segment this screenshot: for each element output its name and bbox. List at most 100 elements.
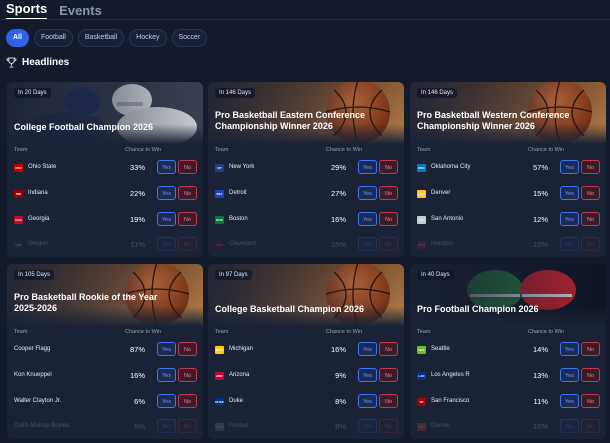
yes-button[interactable]: Yes <box>358 160 377 174</box>
market-card[interactable]: In 105 Days Pro Basketball Rookie of the… <box>7 264 203 439</box>
filter-football[interactable]: Football <box>33 29 73 47</box>
filter-basketball[interactable]: Basketball <box>77 29 125 47</box>
team-logo-icon: PUR <box>215 423 224 431</box>
market-title[interactable]: College Basketball Champion 2026 <box>215 304 375 315</box>
outcome-name: San Francisco <box>431 398 470 404</box>
market-title[interactable]: Pro Football Champion 2026 <box>417 304 577 315</box>
market-title[interactable]: Pro Basketball Western Conference Champi… <box>417 110 577 132</box>
market-card[interactable]: In 40 Days Pro Football Champion 2026 Te… <box>410 264 606 439</box>
market-card[interactable]: In 146 Days Pro Basketball Eastern Confe… <box>208 82 404 257</box>
outcome-row: DET Detroit 27% Yes No <box>208 184 404 204</box>
team-logo-icon: ORE <box>14 241 23 249</box>
yes-button[interactable]: Yes <box>560 237 579 251</box>
yes-button[interactable]: Yes <box>560 394 579 408</box>
no-button[interactable]: No <box>178 186 197 200</box>
chance-value: 29% <box>330 163 346 172</box>
team-column-header: Team <box>215 329 229 335</box>
yes-button[interactable]: Yes <box>157 394 176 408</box>
yes-button[interactable]: Yes <box>358 368 377 382</box>
yes-button[interactable]: Yes <box>358 342 377 356</box>
team-logo-icon: ARIZ <box>215 372 224 380</box>
no-button[interactable]: No <box>379 342 398 356</box>
market-card[interactable]: In 20 Days College Football Champion 202… <box>7 82 203 257</box>
tab-events[interactable]: Events <box>59 3 102 20</box>
outcome-row: SEA Seattle 14% Yes No <box>410 340 606 360</box>
outcome-name: Houston <box>431 241 454 247</box>
filter-hockey[interactable]: Hockey <box>129 29 167 47</box>
no-button[interactable]: No <box>178 212 197 226</box>
no-button[interactable]: No <box>178 160 197 174</box>
yes-button[interactable]: Yes <box>358 212 377 226</box>
yes-button[interactable]: Yes <box>560 212 579 226</box>
filter-all[interactable]: All <box>6 29 29 47</box>
outcome-row: NY New York 29% Yes No <box>208 158 404 178</box>
chance-value: 11% <box>533 397 548 406</box>
no-button[interactable]: No <box>379 419 398 433</box>
chance-value: 57% <box>532 163 548 172</box>
outcome-name: Cleveland <box>229 241 256 247</box>
no-button[interactable]: No <box>581 160 600 174</box>
team-logo-icon: BOS <box>215 216 224 224</box>
outcome-row: OKC Oklahoma City 57% Yes No <box>410 158 606 178</box>
no-button[interactable]: No <box>178 419 197 433</box>
no-button[interactable]: No <box>379 160 398 174</box>
outcome-name: Boston <box>229 216 248 222</box>
team-logo-icon: IND <box>14 190 23 198</box>
outcome-row: UGA Georgia 19% Yes No <box>7 210 203 230</box>
team-logo-icon: MICH <box>215 346 224 354</box>
no-button[interactable]: No <box>379 186 398 200</box>
team-logo-icon: CLE <box>215 241 224 249</box>
yes-button[interactable]: Yes <box>157 237 176 251</box>
outcome-row: BOS Boston 16% Yes No <box>208 210 404 230</box>
market-title[interactable]: College Football Champion 2026 <box>14 122 174 133</box>
yes-button[interactable]: Yes <box>157 342 176 356</box>
trophy-icon <box>6 57 17 68</box>
no-button[interactable]: No <box>581 419 600 433</box>
market-card[interactable]: In 146 Days Pro Basketball Western Confe… <box>410 82 606 257</box>
market-card[interactable]: In 97 Days College Basketball Champion 2… <box>208 264 404 439</box>
no-button[interactable]: No <box>379 212 398 226</box>
yes-button[interactable]: Yes <box>157 212 176 226</box>
yes-button[interactable]: Yes <box>560 186 579 200</box>
yes-button[interactable]: Yes <box>358 186 377 200</box>
chance-value: 9% <box>335 371 346 380</box>
yes-button[interactable]: Yes <box>560 342 579 356</box>
no-button[interactable]: No <box>379 394 398 408</box>
no-button[interactable]: No <box>581 212 600 226</box>
yes-button[interactable]: Yes <box>157 419 176 433</box>
no-button[interactable]: No <box>581 368 600 382</box>
no-button[interactable]: No <box>178 394 197 408</box>
market-title[interactable]: Pro Basketball Rookie of the Year 2025-2… <box>14 292 174 314</box>
no-button[interactable]: No <box>581 186 600 200</box>
team-logo-icon: SF <box>417 398 426 406</box>
yes-button[interactable]: Yes <box>157 160 176 174</box>
chance-value: 16% <box>330 215 346 224</box>
sport-filter-chips: All Football Basketball Hockey Soccer <box>6 29 208 47</box>
chance-value: 8% <box>335 397 346 406</box>
yes-button[interactable]: Yes <box>358 237 377 251</box>
yes-button[interactable]: Yes <box>560 419 579 433</box>
yes-button[interactable]: Yes <box>560 368 579 382</box>
no-button[interactable]: No <box>379 237 398 251</box>
yes-button[interactable]: Yes <box>358 419 377 433</box>
yes-button[interactable]: Yes <box>358 394 377 408</box>
section-title: Headlines <box>22 57 70 68</box>
chance-value: 33% <box>129 163 145 172</box>
no-button[interactable]: No <box>178 342 197 356</box>
no-button[interactable]: No <box>581 342 600 356</box>
tab-sports[interactable]: Sports <box>6 1 48 20</box>
yes-button[interactable]: Yes <box>157 368 176 382</box>
no-button[interactable]: No <box>178 368 197 382</box>
outcome-name: Purdue <box>229 423 249 429</box>
yes-button[interactable]: Yes <box>157 186 176 200</box>
no-button[interactable]: No <box>178 237 197 251</box>
no-button[interactable]: No <box>581 237 600 251</box>
outcome-name: Oregon <box>28 241 49 247</box>
no-button[interactable]: No <box>379 368 398 382</box>
market-title[interactable]: Pro Basketball Eastern Conference Champi… <box>215 110 375 132</box>
filter-soccer[interactable]: Soccer <box>171 29 208 47</box>
no-button[interactable]: No <box>581 394 600 408</box>
outcome-row: SA San Antonio 12% Yes No <box>410 210 606 230</box>
outcome-row: DEN Denver 10% Yes No <box>410 417 606 437</box>
yes-button[interactable]: Yes <box>560 160 579 174</box>
